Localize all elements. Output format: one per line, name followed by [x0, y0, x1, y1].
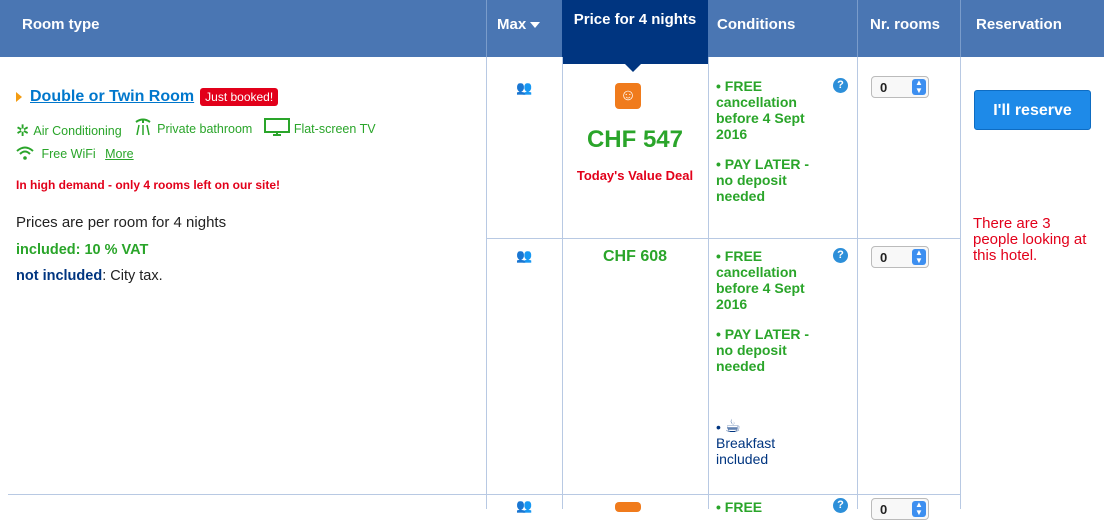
rooms-select-value: 0 [880, 502, 888, 517]
just-booked-badge: Just booked! [200, 88, 279, 106]
rooms-select[interactable]: 0 ▲ ▼ [871, 76, 929, 98]
header-room-type: Room type [22, 16, 100, 33]
grid-line [708, 57, 709, 509]
high-demand-notice: In high demand - only 4 rooms left on ou… [16, 178, 281, 192]
breakfast-label: Breakfast included [716, 435, 776, 467]
facility-tv: Flat-screen TV [263, 118, 376, 139]
header-price: Price for 4 nights [562, 0, 708, 72]
people-looking-notice: There are 3 people looking at this hotel… [973, 215, 1087, 264]
snowflake-icon: ✲ [16, 123, 30, 140]
header-conditions: Conditions [717, 16, 796, 33]
reserve-button[interactable]: I'll reserve [974, 90, 1091, 130]
facility-air-conditioning: ✲ Air Conditioning [16, 121, 122, 141]
info-icon[interactable]: ? [833, 78, 848, 93]
deal-label: Today's Value Deal [576, 168, 694, 183]
value-deal-icon: ☺ [615, 83, 641, 109]
not-included-label: not included [16, 268, 103, 284]
coffee-cup-icon: ☕ [724, 416, 741, 436]
not-included-value: : City tax. [102, 268, 163, 284]
persons-icon: 👥 [516, 80, 532, 95]
info-icon[interactable]: ? [833, 498, 848, 513]
rooms-select[interactable]: 0 ▲ ▼ [871, 498, 929, 520]
prices-note: Prices are per room for 4 nights [16, 214, 227, 231]
info-icon[interactable]: ? [833, 248, 848, 263]
rooms-select-value: 0 [880, 80, 888, 95]
wifi-icon [16, 146, 34, 163]
grid-line [960, 57, 961, 509]
grid-line [8, 494, 960, 495]
header-divider [857, 0, 858, 57]
free-cancellation: • FREE cancellation before 4 Sept 2016 [716, 248, 805, 312]
tv-icon [263, 118, 290, 139]
header-max-sort[interactable]: Max [487, 0, 562, 57]
free-cancellation: • FREE cancellation before 4 Sept 2016 [716, 78, 805, 142]
header-max-label: Max [497, 16, 527, 33]
persons-icon: 👥 [516, 498, 532, 513]
header-nr-rooms: Nr. rooms [870, 16, 941, 33]
facility-private-bathroom: Private bathroom [133, 118, 252, 139]
room-name-link[interactable]: Double or Twin Room [30, 88, 194, 105]
expand-triangle-icon [16, 92, 22, 102]
more-facilities-link[interactable]: More [105, 147, 133, 161]
pay-later: • PAY LATER - no deposit needed [716, 156, 810, 204]
offer-price: CHF 608 [602, 248, 668, 265]
header-divider [486, 0, 487, 57]
grid-line [857, 57, 858, 509]
facility-label: Private bathroom [157, 121, 253, 136]
pay-later: • PAY LATER - no deposit needed [716, 326, 810, 374]
grid-line [486, 57, 487, 509]
updown-arrows-icon: ▲ ▼ [912, 501, 926, 517]
not-included-tax: not included: City tax. [16, 268, 163, 284]
offer-price: CHF 547 [586, 126, 684, 153]
updown-arrows-icon: ▲ ▼ [912, 79, 926, 95]
rooms-select-value: 0 [880, 250, 888, 265]
free-cancellation: • FREE [716, 499, 763, 515]
persons-icon: 👥 [516, 248, 532, 263]
room-title: Double or Twin Room Just booked! [16, 88, 279, 106]
header-divider [960, 0, 961, 57]
updown-arrows-icon: ▲ ▼ [912, 249, 926, 265]
facilities-list-2: Free WiFi More [16, 146, 134, 163]
included-vat: included: 10 % VAT [16, 242, 149, 258]
sort-caret-icon [530, 22, 541, 29]
grid-line [486, 238, 960, 239]
facilities-list: ✲ Air Conditioning Private bathroom Flat… [16, 118, 384, 141]
facility-label: Free WiFi [41, 146, 96, 161]
facility-label: Flat-screen TV [293, 121, 376, 136]
header-reservation: Reservation [976, 16, 1062, 33]
shower-icon [133, 118, 153, 139]
offer-conditions: • FREE cancellation before 4 Sept 2016 •… [716, 78, 828, 204]
breakfast-included: • ☕ Breakfast included [716, 416, 796, 467]
offer-conditions: • FREE cancellation before 4 Sept 2016 •… [716, 248, 828, 374]
room-table: Room type Max Price for 4 nights Conditi… [0, 0, 1104, 520]
rooms-select[interactable]: 0 ▲ ▼ [871, 246, 929, 268]
facility-label: Air Conditioning [33, 124, 122, 138]
value-deal-icon [615, 502, 641, 512]
grid-line [562, 57, 563, 509]
